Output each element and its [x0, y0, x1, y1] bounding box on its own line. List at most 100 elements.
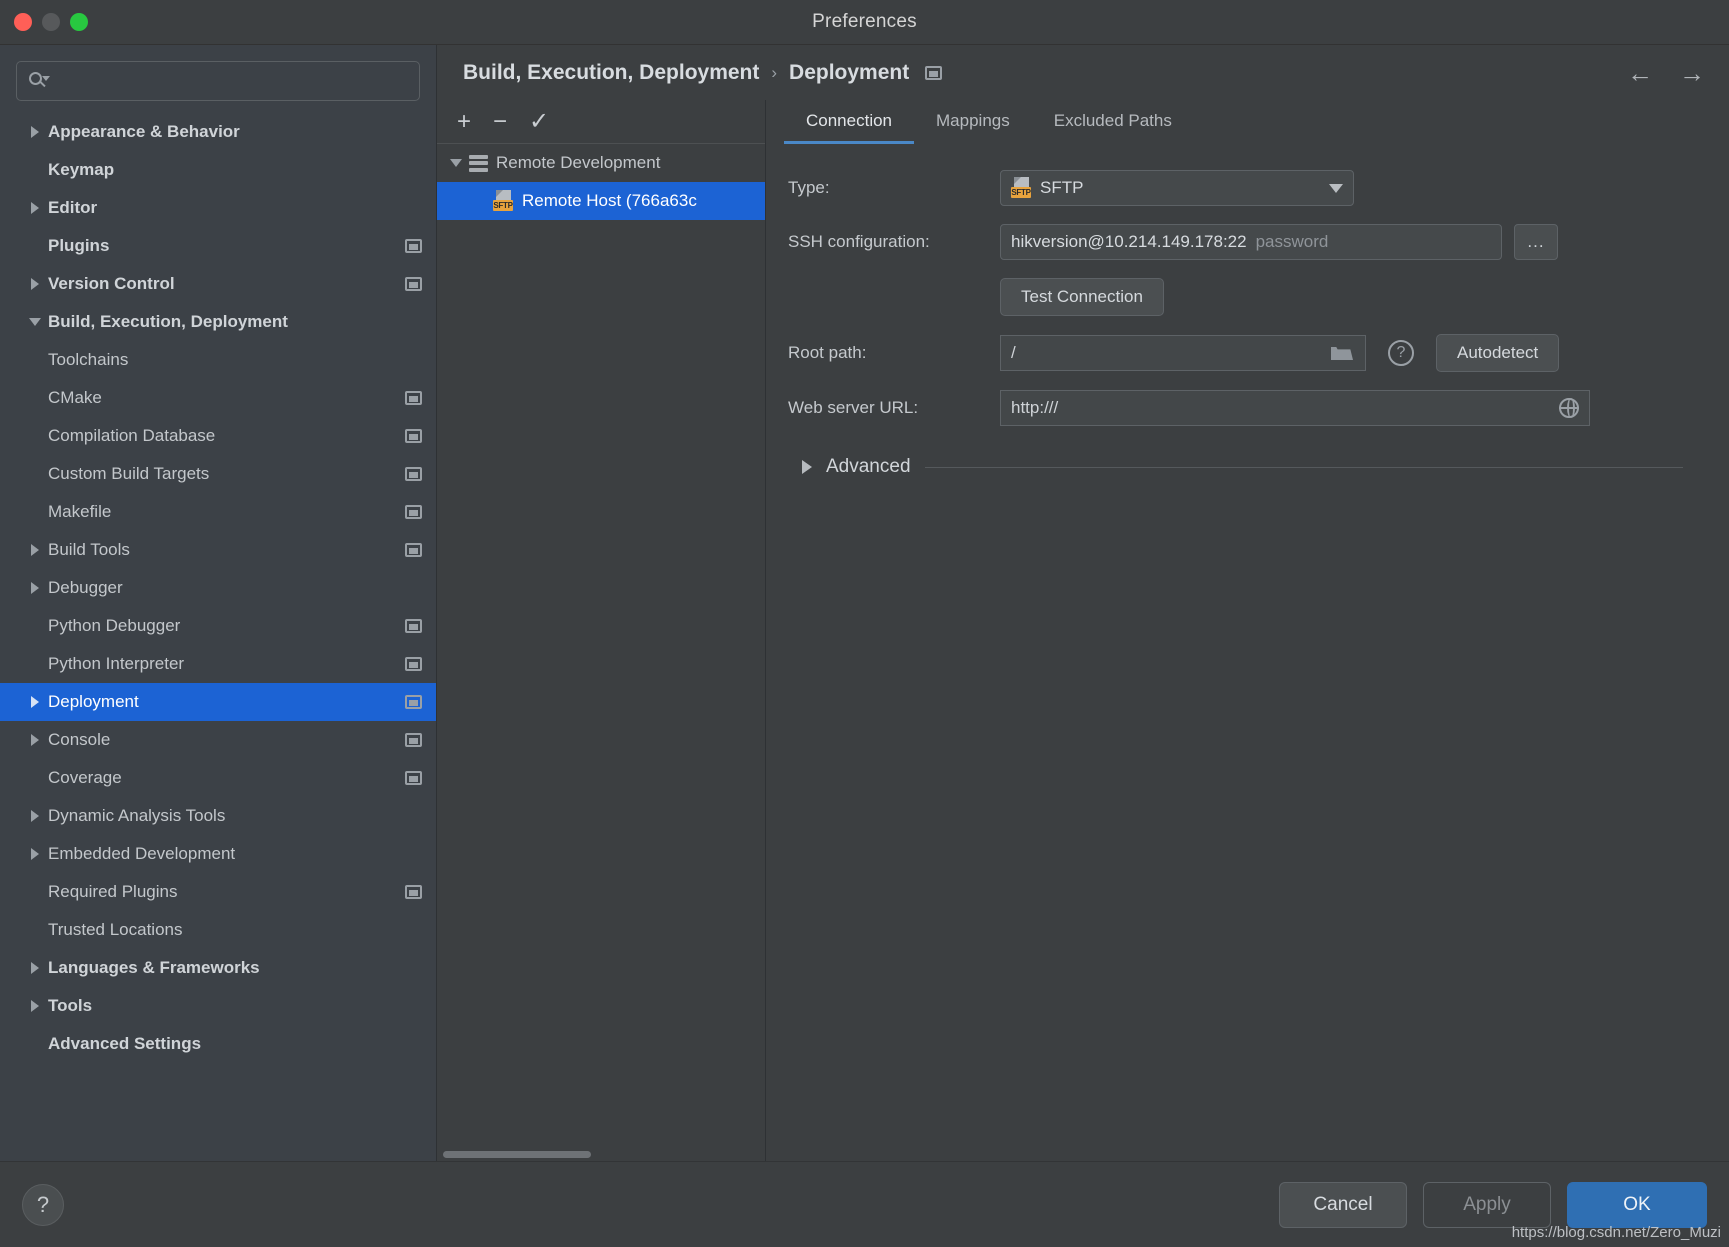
question-mark-icon[interactable]: ? — [1388, 340, 1414, 366]
back-arrow-icon[interactable]: ← — [1627, 60, 1653, 86]
apply-button[interactable]: Apply — [1423, 1181, 1551, 1228]
sidebar-item-version-control[interactable]: Version Control — [0, 265, 436, 303]
sidebar-item-console[interactable]: Console — [0, 721, 436, 759]
tab-connection[interactable]: Connection — [784, 111, 915, 144]
test-connection-button[interactable]: Test Connection — [1000, 278, 1164, 316]
remove-button[interactable]: − — [493, 109, 507, 134]
sidebar-item-advanced-settings[interactable]: Advanced Settings — [0, 1025, 436, 1063]
sidebar-item-python-debugger[interactable]: Python Debugger — [0, 607, 436, 645]
advanced-divider — [924, 466, 1683, 468]
sidebar-item-trusted-locations[interactable]: Trusted Locations — [0, 911, 436, 949]
sidebar-item-python-interpreter[interactable]: Python Interpreter — [0, 645, 436, 683]
ssh-configuration-dropdown[interactable]: hikversion@10.214.149.178:22 password — [1000, 224, 1502, 260]
expand-toggle — [22, 544, 48, 556]
folder-icon[interactable] — [1331, 344, 1355, 362]
globe-icon[interactable] — [1559, 398, 1579, 418]
collapse-toggle[interactable] — [443, 159, 469, 167]
forward-arrow-icon[interactable]: → — [1679, 60, 1705, 86]
close-window-button[interactable] — [14, 13, 32, 31]
host-tree-row[interactable]: SFTP Remote Host (766a63c — [437, 182, 765, 220]
cancel-button[interactable]: Cancel — [1279, 1181, 1407, 1228]
sidebar-item-dynamic-analysis-tools[interactable]: Dynamic Analysis Tools — [0, 797, 436, 835]
sidebar-item-custom-build-targets[interactable]: Custom Build Targets — [0, 455, 436, 493]
chevron-right-icon[interactable] — [31, 202, 39, 214]
test-connection-row: Test Connection — [788, 278, 1701, 316]
project-scope-icon — [405, 885, 422, 899]
help-button[interactable]: ? — [22, 1183, 64, 1226]
collapse-toggle — [22, 318, 48, 326]
chevron-right-icon[interactable] — [31, 582, 39, 594]
sidebar-item-coverage[interactable]: Coverage — [0, 759, 436, 797]
chevron-right-icon[interactable] — [31, 278, 39, 290]
minimize-window-button[interactable] — [42, 13, 60, 31]
search-input[interactable] — [49, 72, 409, 90]
chevron-down-icon[interactable] — [29, 318, 41, 326]
web-server-url-label: Web server URL: — [788, 398, 919, 417]
sidebar-item-keymap[interactable]: Keymap — [0, 151, 436, 189]
expand-toggle — [22, 1000, 48, 1012]
chevron-down-icon — [1329, 183, 1343, 193]
breadcrumb-separator: › — [771, 62, 778, 82]
web-server-url-control: http:/// — [1000, 390, 1590, 426]
sidebar-item-cmake[interactable]: CMake — [0, 379, 436, 417]
expand-toggle — [22, 126, 48, 138]
breadcrumb-parent[interactable]: Build, Execution, Deployment — [463, 61, 759, 85]
tab-excluded-paths[interactable]: Excluded Paths — [1032, 111, 1194, 144]
tab-mappings[interactable]: Mappings — [914, 111, 1032, 144]
sidebar-item-languages-frameworks[interactable]: Languages & Frameworks — [0, 949, 436, 987]
sidebar-item-plugins[interactable]: Plugins — [0, 227, 436, 265]
chevron-right-icon[interactable] — [31, 1000, 39, 1012]
web-server-url-field[interactable]: http:/// — [1000, 390, 1590, 426]
chevron-right-icon[interactable] — [31, 734, 39, 746]
host-tree-row[interactable]: Remote Development — [437, 144, 765, 182]
right-pane: Build, Execution, Deployment › Deploymen… — [437, 45, 1729, 1161]
host-horizontal-scrollbar[interactable] — [437, 1147, 765, 1161]
add-button[interactable]: + — [457, 109, 471, 134]
sidebar-item-editor[interactable]: Editor — [0, 189, 436, 227]
autodetect-button[interactable]: Autodetect — [1436, 334, 1560, 372]
ssh-configuration-more-button[interactable]: ... — [1514, 224, 1558, 260]
search-box[interactable] — [16, 61, 420, 101]
sidebar-item-tools[interactable]: Tools — [0, 987, 436, 1025]
chevron-right-icon[interactable] — [31, 962, 39, 974]
sidebar-item-label: CMake — [48, 388, 102, 407]
sidebar-item-label: Required Plugins — [48, 882, 178, 901]
test-connection-control: Test Connection — [1000, 278, 1164, 316]
sidebar-item-compilation-database[interactable]: Compilation Database — [0, 417, 436, 455]
traffic-light-group — [14, 13, 88, 31]
ssh-configuration-value: hikversion@10.214.149.178:22 — [1011, 232, 1247, 251]
chevron-right-icon[interactable] — [31, 848, 39, 860]
sidebar-item-debugger[interactable]: Debugger — [0, 569, 436, 607]
sidebar-item-toolchains[interactable]: Toolchains — [0, 341, 436, 379]
root-path-value: / — [1011, 343, 1016, 362]
sidebar-item-label: Trusted Locations — [48, 920, 183, 939]
sidebar-item-makefile[interactable]: Makefile — [0, 493, 436, 531]
sidebar-item-embedded-development[interactable]: Embedded Development — [0, 835, 436, 873]
type-label: Type: — [788, 178, 830, 197]
scrollbar-thumb[interactable] — [443, 1151, 591, 1158]
content-area: + − ✓ Remote Development SFTP Remote Host … — [437, 100, 1729, 1161]
sidebar-item-label: Python Interpreter — [48, 654, 185, 673]
zoom-window-button[interactable] — [70, 13, 88, 31]
project-scope-icon — [405, 695, 422, 709]
chevron-right-icon[interactable] — [31, 544, 39, 556]
navigation-buttons: ← → — [1627, 60, 1705, 86]
advanced-section-header[interactable]: Advanced — [788, 456, 1701, 478]
expand-toggle — [22, 848, 48, 860]
sidebar-item-deployment[interactable]: Deployment — [0, 683, 436, 721]
set-default-button[interactable]: ✓ — [529, 109, 549, 134]
root-path-field[interactable]: / — [1000, 335, 1366, 371]
chevron-right-icon[interactable] — [31, 810, 39, 822]
connection-form: Type: SFTP SFTP SSH configuration: hikve… — [766, 144, 1729, 1161]
expand-toggle — [22, 962, 48, 974]
sidebar-item-build-execution-deployment[interactable]: Build, Execution, Deployment — [0, 303, 436, 341]
sidebar-item-label: Version Control — [48, 274, 175, 293]
sidebar-item-required-plugins[interactable]: Required Plugins — [0, 873, 436, 911]
type-dropdown[interactable]: SFTP SFTP — [1000, 170, 1354, 206]
sidebar-item-appearance-behavior[interactable]: Appearance & Behavior — [0, 113, 436, 151]
chevron-right-icon[interactable] — [31, 696, 39, 708]
chevron-right-icon[interactable] — [31, 126, 39, 138]
settings-sidebar: Appearance & Behavior Keymap Editor Plugins… — [0, 45, 437, 1161]
sidebar-item-build-tools[interactable]: Build Tools — [0, 531, 436, 569]
ok-button[interactable]: OK — [1567, 1181, 1707, 1228]
